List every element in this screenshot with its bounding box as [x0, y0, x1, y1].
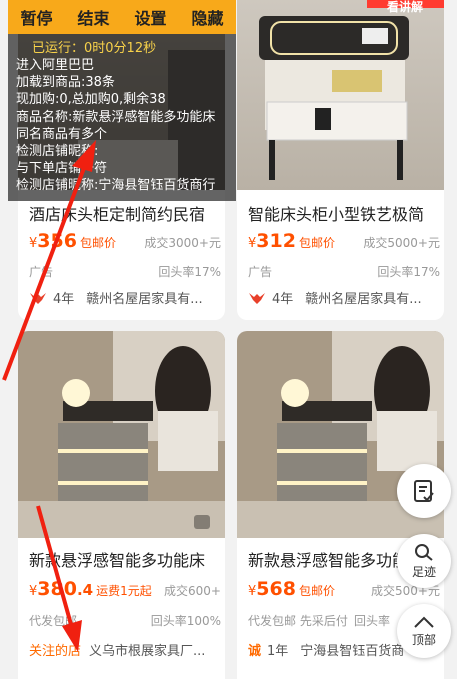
- price-value: 312: [256, 230, 296, 252]
- product-title[interactable]: 智能床头柜小型铁艺极简: [248, 201, 440, 225]
- ox-badge-icon: [249, 292, 265, 304]
- followed-shop-label: 关注的店: [29, 644, 82, 659]
- log-line: 检测店铺昵称:宁海县智钰百货商行: [16, 178, 216, 194]
- overlay-log: 进入阿里巴巴 加载到商品:38条 现加购:0,总加购0,剩余38 商品名称:新款…: [16, 57, 238, 195]
- product-card-3[interactable]: 新款悬浮感智能多功能床 ¥ 380 .4 运费1元起 成交600+ 代发包邮 回…: [18, 331, 225, 679]
- stop-button[interactable]: 结束: [77, 5, 109, 29]
- log-line: 检测店铺昵称:: [16, 144, 99, 160]
- product-title[interactable]: 酒店床头柜定制简约民宿: [29, 201, 221, 225]
- shop-name[interactable]: 义乌市根展家具厂...: [89, 640, 205, 659]
- currency-symbol: ¥: [29, 584, 38, 599]
- repurchase-rate: 回头率17%: [377, 265, 440, 279]
- shipping-label: 代发包邮: [29, 614, 78, 628]
- price-tag: 包邮价: [79, 236, 116, 250]
- log-line: 同名商品有多个: [16, 126, 108, 142]
- shop-name[interactable]: 赣州名屋居家具有...: [305, 288, 421, 307]
- product-title[interactable]: 新款悬浮感智能多功能床: [29, 547, 221, 571]
- currency-symbol: ¥: [29, 236, 38, 251]
- product-feed-page: 酒店床头柜定制简约民宿 ¥ 356 包邮价 成交3000+元 广告 回头率17%…: [0, 0, 457, 679]
- shipping-label: 代发包邮 先采后付: [248, 614, 348, 628]
- price-value: 568: [256, 578, 296, 600]
- shop-row[interactable]: 关注的店 义乌市根展家具厂...: [29, 640, 221, 659]
- checklist-icon: [414, 480, 434, 502]
- price-row: ¥ 312 包邮价 成交5000+元: [248, 230, 440, 254]
- shop-years: 4年: [53, 292, 75, 307]
- price-tag: 包邮价: [298, 584, 335, 598]
- meta-row: 广告 回头率17%: [248, 263, 440, 280]
- sold-count: 成交3000+元: [144, 236, 221, 250]
- price-row: ¥ 356 包邮价 成交3000+元: [29, 230, 221, 254]
- log-line: 与下单店铺一符: [16, 161, 108, 177]
- runtime-status: 已运行：0时0分12秒: [32, 41, 157, 56]
- log-line: 商品名称:新款悬浮感智能多功能床: [16, 109, 216, 125]
- shop-row[interactable]: 4年 赣州名屋居家具有...: [29, 288, 221, 307]
- product-image-3[interactable]: [18, 331, 225, 538]
- sold-count: 成交5000+元: [363, 236, 440, 250]
- repurchase-rate: 回头率100%: [150, 614, 221, 628]
- video-tag[interactable]: 看讲解: [387, 0, 423, 15]
- ox-badge-icon: [30, 292, 46, 304]
- log-line: 加载到商品:38条: [16, 75, 115, 91]
- ad-label: 广告: [248, 265, 273, 279]
- hide-button[interactable]: 隐藏: [191, 5, 223, 29]
- pause-button[interactable]: 暂停: [20, 5, 52, 29]
- price-decimal: .4: [76, 581, 94, 599]
- product-image-2[interactable]: 看讲解: [237, 0, 444, 190]
- price-value: 380: [37, 578, 77, 600]
- back-to-top-label: 顶部: [411, 632, 436, 647]
- price-row: ¥ 380 .4 运费1元起 成交600+: [29, 578, 221, 602]
- repurchase-rate: 回头率17%: [158, 265, 221, 279]
- sold-count: 成交600+: [164, 584, 221, 598]
- log-line: 现加购:0,总加购0,剩余38: [16, 92, 166, 108]
- price-tag: 包邮价: [298, 236, 335, 250]
- price-value: 356: [37, 230, 77, 252]
- overlay-control-bar: 暂停 结束 设置 隐藏: [8, 0, 236, 34]
- currency-symbol: ¥: [248, 236, 257, 251]
- integrity-badge: 诚: [248, 644, 262, 659]
- shop-name[interactable]: 赣州名屋居家具有...: [86, 288, 202, 307]
- shop-years: 1年: [267, 644, 289, 659]
- automation-overlay-panel: 暂停 结束 设置 隐藏 已运行：0时0分12秒 进入阿里巴巴 加载到商品:38条…: [8, 0, 236, 201]
- shop-years: 4年: [272, 292, 294, 307]
- checklist-button[interactable]: [397, 464, 451, 518]
- shop-name[interactable]: 宁海县智钰百货商: [300, 640, 404, 659]
- log-line: 进入阿里巴巴: [16, 58, 95, 73]
- footprint-button[interactable]: 足迹: [397, 534, 451, 588]
- meta-row: 广告 回头率17%: [29, 263, 221, 280]
- shop-row[interactable]: 4年 赣州名屋居家具有...: [248, 288, 440, 307]
- settings-button[interactable]: 设置: [134, 5, 166, 29]
- price-tag: 运费1元起: [96, 584, 152, 598]
- footprint-icon: [415, 543, 433, 561]
- chevron-up-icon: [414, 616, 434, 628]
- footprint-label: 足迹: [411, 564, 436, 579]
- currency-symbol: ¥: [248, 584, 257, 599]
- product-card-2[interactable]: 看讲解 智能床头柜小型铁艺极简 ¥ 312 包邮价 成交5000+元 广告 回头…: [237, 0, 444, 320]
- ad-label: 广告: [29, 265, 54, 279]
- back-to-top-button[interactable]: 顶部: [397, 604, 451, 658]
- meta-row: 代发包邮 回头率100%: [29, 612, 221, 629]
- repurchase-rate: 回头率: [353, 614, 390, 628]
